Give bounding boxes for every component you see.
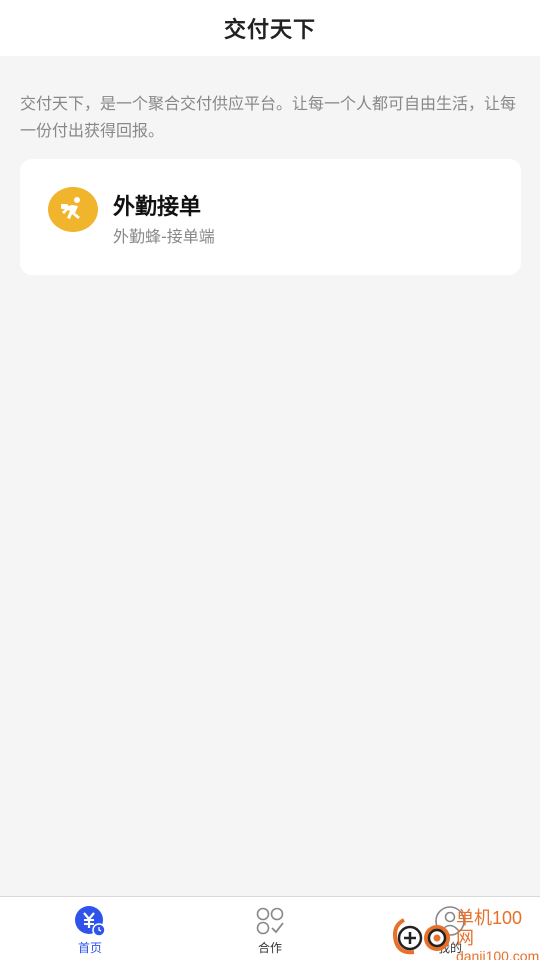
runner-icon xyxy=(48,187,98,232)
app-header: 交付天下 xyxy=(0,0,540,56)
tab-label-home: 首页 xyxy=(77,941,102,955)
home-yen-icon xyxy=(74,905,106,937)
tab-home[interactable]: 首页 xyxy=(0,897,180,960)
watermark-text: 单机100网 xyxy=(455,908,523,948)
page-title: 交付天下 xyxy=(223,18,316,43)
card-title: 外勤接单 xyxy=(113,195,202,220)
watermark-url: danji100.com xyxy=(455,948,540,960)
tab-label-cooperation: 合作 xyxy=(257,941,282,955)
watermark: 单机100网 danji100.com xyxy=(390,908,540,960)
tab-cooperation[interactable]: 合作 xyxy=(180,897,360,960)
card-subtitle: 外勤蜂-接单端 xyxy=(113,227,215,246)
service-card-field-order[interactable]: 外勤接单 外勤蜂-接单端 xyxy=(20,159,521,275)
intro-text: 交付天下，是一个聚合交付供应平台。让每一个人都可自由生活，让每一份付出获得回报。 xyxy=(20,94,517,140)
cooperation-icon xyxy=(254,905,286,937)
watermark-logo-icon xyxy=(393,918,450,955)
